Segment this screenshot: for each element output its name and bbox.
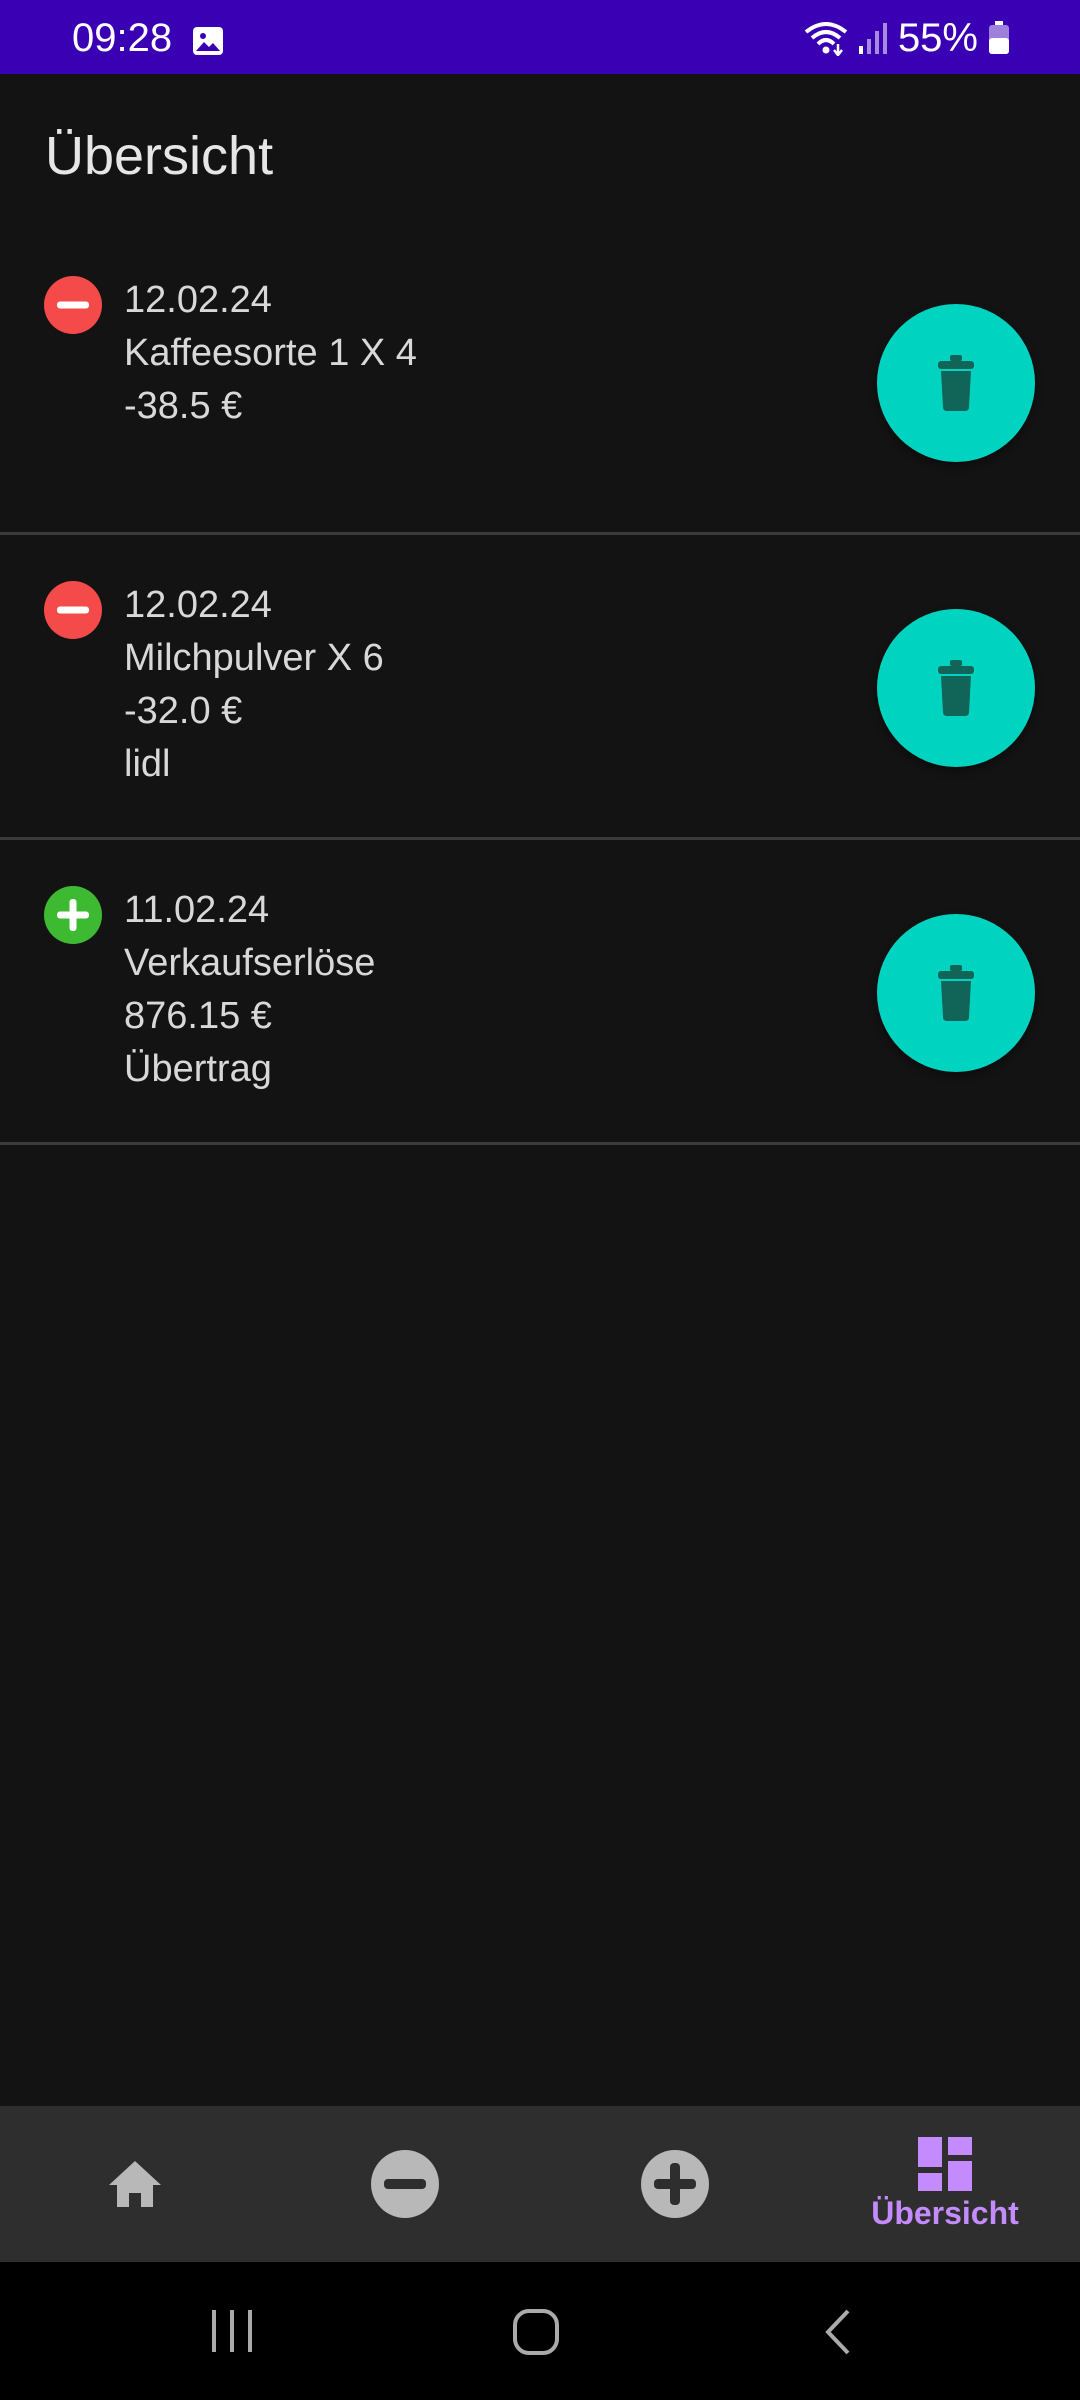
entry-details: 12.02.24 Milchpulver X 6 -32.0 € lidl: [124, 579, 384, 791]
entry-item: Verkaufserlöse: [124, 942, 376, 984]
battery-percent: 55%: [897, 16, 978, 60]
minus-circle-icon: [371, 2150, 439, 2218]
nav-income[interactable]: [540, 2106, 810, 2262]
trash-icon: [938, 965, 974, 1021]
signal-icon: [858, 23, 887, 54]
system-navigation-bar: [0, 2262, 1080, 2400]
home-button-icon[interactable]: [512, 2308, 560, 2356]
entry-details: 12.02.24 Kaffeesorte 1 X 4 -38.5 €: [124, 274, 417, 433]
recents-icon[interactable]: [208, 2310, 256, 2352]
plus-circle-icon: [44, 886, 102, 944]
back-icon[interactable]: [822, 2308, 852, 2356]
nav-overview-label: Übersicht: [871, 2194, 1019, 2231]
status-time: 09:28: [72, 16, 173, 60]
entry-note: Übertrag: [124, 1048, 272, 1090]
entry-date: 12.02.24: [124, 584, 272, 626]
status-bar: 09:28 55%: [0, 0, 1080, 74]
nav-home[interactable]: [0, 2106, 270, 2262]
entry-amount: -38.5 €: [124, 385, 243, 427]
delete-button[interactable]: [877, 609, 1035, 767]
page-title: Übersicht: [45, 126, 274, 186]
minus-circle-icon: [44, 276, 102, 334]
nav-expense[interactable]: [270, 2106, 540, 2262]
entry-item: Milchpulver X 6: [124, 637, 384, 679]
status-right: 55%: [804, 18, 1010, 58]
entry-amount: 876.15 €: [124, 995, 272, 1037]
plus-circle-icon: [641, 2150, 709, 2218]
entry-note: lidl: [124, 743, 171, 785]
minus-circle-icon: [44, 581, 102, 639]
delete-button[interactable]: [877, 914, 1035, 1072]
trash-icon: [938, 355, 974, 411]
nav-overview[interactable]: Übersicht: [810, 2106, 1080, 2262]
dashboard-icon: [918, 2136, 972, 2191]
list-item: 11.02.24 Verkaufserlöse 876.15 € Übertra…: [0, 840, 1080, 1145]
delete-button[interactable]: [877, 304, 1035, 462]
wifi-icon: [804, 22, 848, 56]
entry-date: 12.02.24: [124, 279, 272, 321]
entry-details: 11.02.24 Verkaufserlöse 876.15 € Übertra…: [124, 884, 375, 1096]
battery-icon: [989, 21, 1009, 54]
image-notification-icon: [193, 27, 223, 55]
list-item: 12.02.24 Milchpulver X 6 -32.0 € lidl: [0, 535, 1080, 840]
list-item: 12.02.24 Kaffeesorte 1 X 4 -38.5 €: [0, 230, 1080, 535]
entry-date: 11.02.24: [124, 889, 270, 931]
bottom-navigation: Übersicht: [0, 2106, 1080, 2262]
trash-icon: [938, 660, 974, 716]
home-icon: [109, 2161, 161, 2207]
entry-item: Kaffeesorte 1 X 4: [124, 332, 417, 374]
transaction-list: 12.02.24 Kaffeesorte 1 X 4 -38.5 € 12.02…: [0, 230, 1080, 1145]
entry-amount: -32.0 €: [124, 690, 243, 732]
